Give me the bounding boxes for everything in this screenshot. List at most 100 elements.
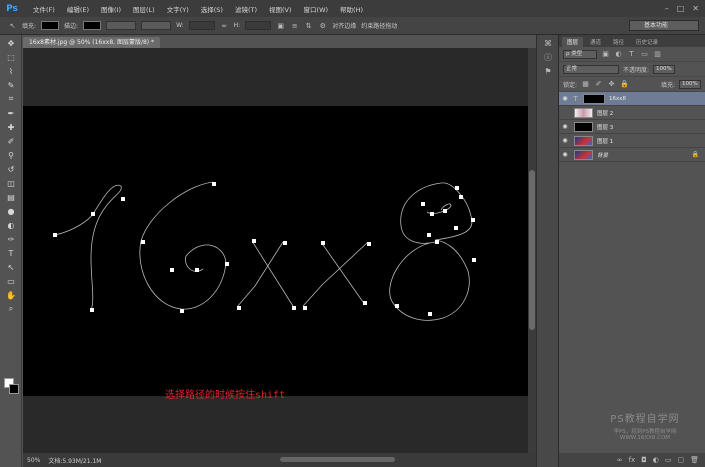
shape-tool-icon[interactable]: ▭ [3,275,19,287]
layer-thumbnail[interactable] [574,107,593,118]
opacity-input[interactable]: 100% [653,64,676,74]
horizontal-scroll-thumb[interactable] [280,457,395,462]
eraser-tool-icon[interactable]: ◫ [3,177,19,189]
visibility-eye-icon[interactable]: ◉ [559,137,571,144]
eyedropper-tool-icon[interactable]: ✒ [3,107,19,119]
lasso-tool-icon[interactable]: ⌇ [3,65,19,77]
path-alignment-icon[interactable]: ≡ [290,21,299,30]
lock-all-icon[interactable]: 🔒 [620,80,629,89]
filter-type-icon[interactable]: T [627,50,636,59]
lock-transparent-icon[interactable]: ▦ [581,80,590,89]
tab-channels[interactable]: 通道 [585,37,606,47]
menu-select[interactable]: 选择(S) [195,4,229,14]
menu-filter[interactable]: 滤镜(T) [229,4,263,14]
gradient-tool-icon[interactable]: ▤ [3,191,19,203]
quick-select-tool-icon[interactable]: ✎ [3,79,19,91]
hand-tool-icon[interactable]: ✋ [3,289,19,301]
lock-position-icon[interactable]: ✥ [607,80,616,89]
align-edges-checkbox[interactable]: 对齐边缘 [332,21,356,30]
menu-type[interactable]: 文字(Y) [161,4,195,14]
path-selection-tool-icon[interactable]: ↖ [3,261,19,273]
layer-thumbnail[interactable] [574,135,593,146]
link-icon[interactable]: ∞ [220,21,229,30]
menu-help[interactable]: 帮助(H) [334,4,369,14]
layer-name[interactable]: 图层 3 [597,123,613,131]
height-input[interactable] [245,21,272,30]
lock-image-icon[interactable]: ✐ [594,80,603,89]
history-panel-icon[interactable]: ⌘ [540,37,556,49]
visibility-eye-icon[interactable]: ◉ [559,151,571,158]
marquee-tool-icon[interactable]: ⬚ [3,51,19,63]
layer-name[interactable]: 图层 1 [597,137,613,145]
healing-brush-tool-icon[interactable]: ✚ [3,121,19,133]
type-tool-icon[interactable]: T [3,247,19,259]
crop-tool-icon[interactable]: ⌗ [3,93,19,105]
canvas[interactable]: 选择路径的时候按住shift [23,106,528,401]
layer-row[interactable]: ◉ T 16xx8 [559,92,705,106]
filter-pixel-icon[interactable]: ▣ [601,50,610,59]
tab-paths[interactable]: 路径 [608,37,629,47]
brush-tool-icon[interactable]: ✐ [3,135,19,147]
layer-thumbnail[interactable] [574,121,593,132]
layer-row[interactable]: ◉ 图层 3 [559,120,705,134]
fill-swatch[interactable] [41,21,60,30]
vertical-scrollbar[interactable] [528,48,536,453]
maximize-button[interactable]: □ [677,4,685,13]
clone-stamp-tool-icon[interactable]: ⚲ [3,149,19,161]
settings-gear-icon[interactable]: ⚙ [318,21,327,30]
minimize-button[interactable]: – [665,4,669,13]
stroke-type-select[interactable] [141,21,172,30]
document-tab[interactable]: 16x8素材.jpg @ 50% (16xx8, 图层蒙版/8) * [23,37,161,48]
layer-row[interactable]: ◉ 图层 1 [559,134,705,148]
layer-filter-select[interactable]: ρ 类型 [563,49,597,59]
layer-name[interactable]: 背景 [597,151,608,159]
width-input[interactable] [188,21,215,30]
layer-row[interactable]: 图层 2 [559,106,705,120]
fill-input[interactable]: 100% [679,79,701,89]
workspace-select[interactable]: 基本功能 [629,20,699,31]
filter-smart-icon[interactable]: ▥ [653,50,662,59]
properties-panel-icon[interactable]: ⓘ [540,51,556,63]
doc-info[interactable]: 文档:5.93M/21.1M [48,456,101,465]
tab-history[interactable]: 历史记录 [631,37,663,47]
zoom-level[interactable]: 50% [27,457,40,464]
filter-shape-icon[interactable]: ▭ [640,50,649,59]
vertical-scroll-thumb[interactable] [529,170,535,330]
layer-thumbnail[interactable] [574,149,593,160]
layer-row[interactable]: ◉ 背景 🔒 [559,148,705,162]
layer-name[interactable]: 16xx8 [609,96,626,102]
stroke-width-select[interactable] [106,21,137,30]
blend-mode-select[interactable]: 正常 [563,64,619,74]
close-button[interactable]: ✕ [692,4,699,13]
layer-name[interactable]: 图层 2 [597,109,613,117]
link-layers-icon[interactable]: ∞ [617,456,623,464]
path-operations-icon[interactable]: ▣ [276,21,285,30]
background-color-swatch[interactable] [9,384,19,394]
move-tool-icon[interactable]: ✥ [3,37,19,49]
layer-mask-thumbnail[interactable] [583,93,605,104]
stroke-swatch[interactable] [83,21,102,30]
trash-icon[interactable]: 🗑 [690,456,699,464]
history-brush-tool-icon[interactable]: ↺ [3,163,19,175]
blur-tool-icon[interactable]: ● [3,205,19,217]
tab-layers[interactable]: 图层 [562,37,584,47]
adjustment-layer-icon[interactable]: ◐ [653,456,659,464]
group-icon[interactable]: ▭ [665,456,672,464]
menu-image[interactable]: 图像(I) [95,4,127,14]
visibility-eye-icon[interactable]: ◉ [559,123,571,130]
menu-window[interactable]: 窗口(W) [298,4,335,14]
adjustments-panel-icon[interactable]: ⚑ [540,65,556,77]
dodge-tool-icon[interactable]: ◐ [3,219,19,231]
menu-edit[interactable]: 编辑(E) [61,4,95,14]
constrain-path-checkbox[interactable]: 约束路径拖动 [361,21,397,30]
pen-tool-icon[interactable]: ✑ [3,233,19,245]
path-select-tool-icon[interactable]: ↖ [8,21,17,30]
menu-layer[interactable]: 图层(L) [127,4,161,14]
layer-style-icon[interactable]: fx [629,456,636,464]
menu-view[interactable]: 视图(V) [263,4,298,14]
filter-adjustment-icon[interactable]: ◐ [614,50,623,59]
add-mask-icon[interactable]: ◘ [641,456,647,464]
menu-file[interactable]: 文件(F) [27,4,61,14]
zoom-tool-icon[interactable]: ⌕ [3,303,19,315]
new-layer-icon[interactable]: ▢ [677,456,684,464]
